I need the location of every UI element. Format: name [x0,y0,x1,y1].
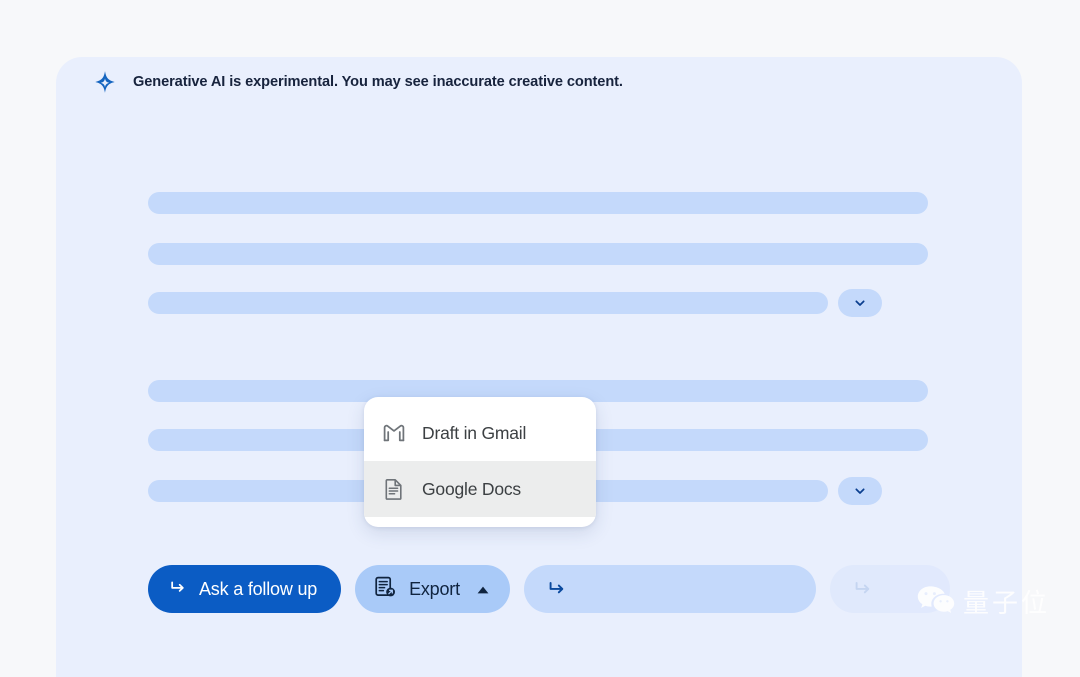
caret-up-icon [476,579,490,600]
watermark-text: 量子位 [963,591,1050,617]
ai-disclaimer-text: Generative AI is experimental. You may s… [133,74,623,90]
sparkle-icon [91,68,119,96]
watermark: 量子位 [916,584,1050,623]
export-button[interactable]: Export [355,565,510,613]
google-docs-icon [382,477,406,501]
skeleton-row-with-expand [148,289,882,317]
menu-item-draft-in-gmail[interactable]: Draft in Gmail [364,405,596,461]
ai-disclaimer: Generative AI is experimental. You may s… [91,68,623,96]
menu-item-label: Draft in Gmail [422,423,526,444]
follow-up-suggestion-placeholder[interactable] [524,565,816,613]
action-button-row: Ask a follow up Export [148,565,950,613]
skeleton-bar [148,192,928,214]
skeleton-bar [148,243,928,265]
ask-follow-up-label: Ask a follow up [199,579,317,600]
chevron-down-icon [852,483,868,499]
menu-item-label: Google Docs [422,479,521,500]
ask-follow-up-button[interactable]: Ask a follow up [148,565,341,613]
export-label: Export [409,579,460,600]
export-dropdown-menu: Draft in Gmail Google Docs [364,397,596,527]
export-document-icon [373,575,397,604]
skeleton-bar [148,292,828,314]
reply-arrow-icon [852,577,874,602]
reply-arrow-icon [546,577,568,602]
menu-item-google-docs[interactable]: Google Docs [364,461,596,517]
expand-answer-button[interactable] [838,477,882,505]
wechat-icon [916,584,956,623]
reply-arrow-icon [168,577,188,602]
gmail-icon [382,421,406,445]
expand-answer-button[interactable] [838,289,882,317]
chevron-down-icon [852,295,868,311]
